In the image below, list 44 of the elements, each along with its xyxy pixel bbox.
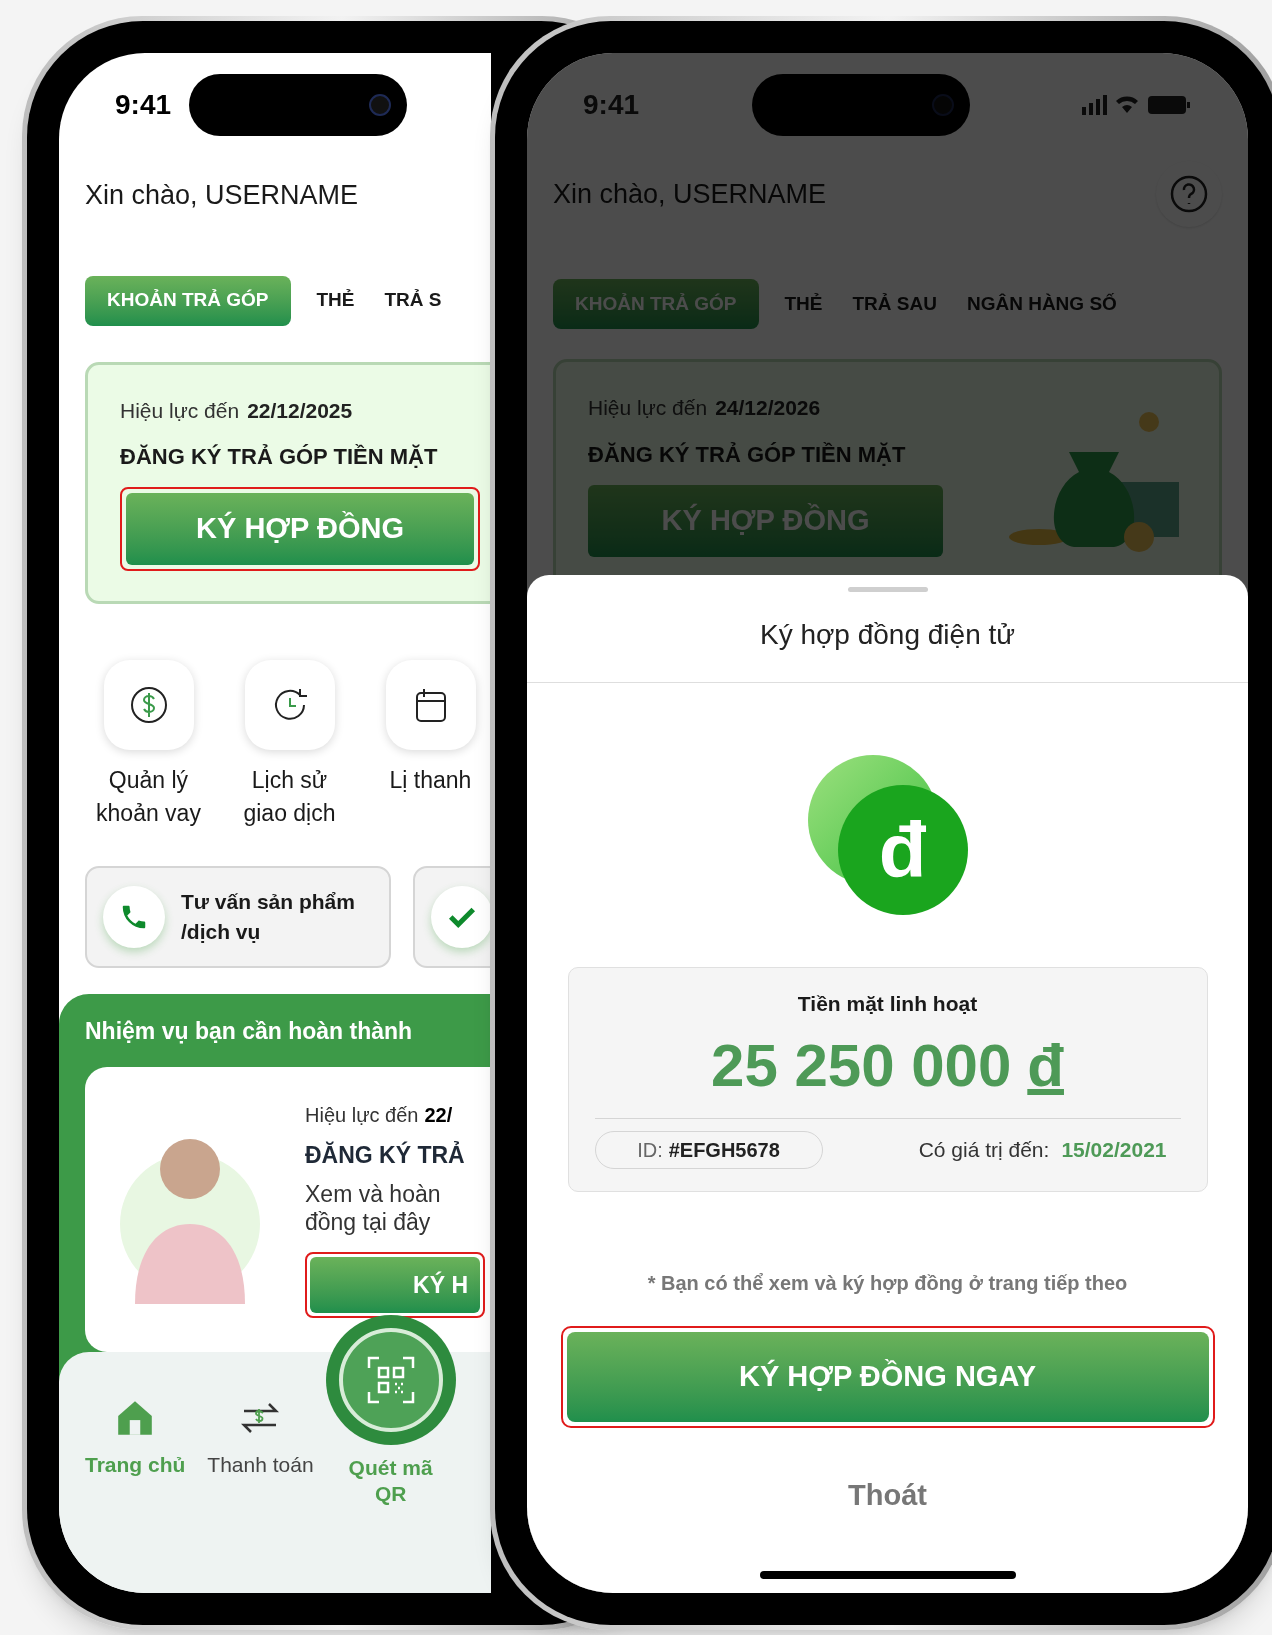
- tab[interactable]: TRẢ S: [380, 275, 446, 326]
- amount-value: 25 250 000: [711, 1030, 1012, 1101]
- valid-date: 15/02/2021: [1061, 1136, 1167, 1163]
- sheet-note: * Bạn có thể xem và ký hợp đồng ở trang tiếp theo: [647, 1270, 1128, 1296]
- task-description: Xem và hoàn: [305, 1180, 442, 1209]
- valid-label: Có giá trị đến:: [918, 1136, 1050, 1163]
- validity-label: Hiệu lực đến: [588, 395, 708, 421]
- task-description: đồng tại đây: [305, 1208, 432, 1237]
- currency-symbol: đ: [1027, 1030, 1064, 1101]
- offer-title: ĐĂNG KÝ TRẢ GÓP TIỀN MẶT: [588, 440, 907, 469]
- sign-now-button[interactable]: KÝ HỢP ĐỒNG NGAY: [566, 1331, 1209, 1422]
- validity-date: 22/: [424, 1102, 453, 1128]
- shortcut-label: Lịch sử giao dịch: [242, 766, 337, 828]
- id-value: #EFGH5678: [668, 1137, 780, 1163]
- dollar-icon: [128, 685, 169, 725]
- tab[interactable]: KHOẢN TRẢ GÓP: [85, 275, 291, 326]
- sheet-title: Ký hợp đồng điện tử: [759, 618, 1016, 652]
- id-label: ID:: [637, 1137, 663, 1163]
- status-time: 9:41: [583, 88, 640, 122]
- nav-item[interactable]: Trang chủ: [85, 1396, 186, 1480]
- nav-item[interactable]: Thanh toán: [207, 1396, 314, 1480]
- sign-contract-button[interactable]: KÝ H: [310, 1257, 480, 1314]
- amount-label: Tiền mặt linh hoạt: [797, 991, 978, 1017]
- tab[interactable]: THẺ: [312, 275, 359, 326]
- shortcut-button[interactable]: [103, 660, 194, 750]
- service-label: Tư vấn sản phẩm /dịch vụ: [181, 889, 356, 945]
- status-time: 9:41: [115, 88, 172, 122]
- sign-contract-button[interactable]: KÝ HỢP ĐỒNG: [126, 493, 474, 565]
- validity-date: 22/12/2025: [247, 397, 353, 424]
- greeting: Xin chào, USERNAME: [85, 179, 360, 212]
- validity-date: 24/12/2026: [715, 395, 821, 421]
- task-title: ĐĂNG KÝ TRẢ: [305, 1140, 466, 1170]
- tasks-title: Nhiệm vụ bạn cần hoàn thành: [85, 1017, 414, 1046]
- greeting: Xin chào, USERNAME: [553, 177, 827, 211]
- shortcut-label: Lị thanh: [388, 766, 473, 795]
- validity-label: Hiệu lực đến: [305, 1102, 419, 1128]
- dong-logo: đ: [807, 755, 968, 915]
- validity-label: Hiệu lực đến: [120, 397, 240, 424]
- exit-button[interactable]: Thoát: [848, 1473, 927, 1517]
- service-card[interactable]: Tư vấn sản phẩm /dịch vụ: [85, 866, 391, 968]
- nav-item[interactable]: Quét mã QR: [335, 1454, 446, 1507]
- shortcut-label: Quản lý khoản vay: [95, 766, 202, 828]
- shortcut-button[interactable]: [385, 660, 476, 750]
- offer-title: ĐĂNG KÝ TRẢ GÓP TIỀN MẶT: [120, 443, 439, 471]
